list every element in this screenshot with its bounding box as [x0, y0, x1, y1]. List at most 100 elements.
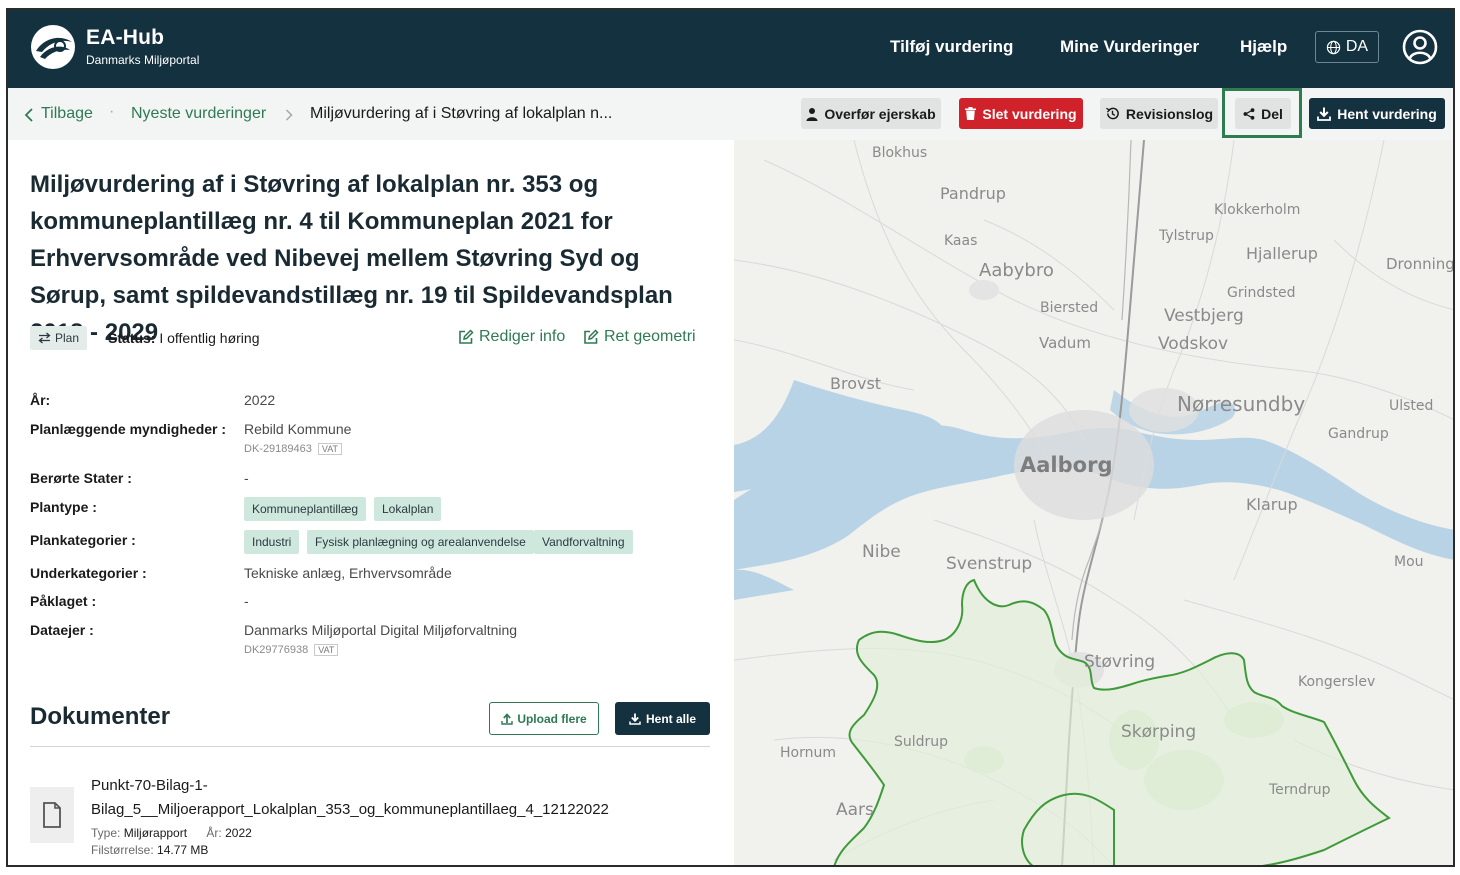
- upload-icon: [501, 712, 514, 725]
- affected-states-label: Berørte Stater :: [30, 470, 132, 486]
- plantype-chip: Kommuneplantillæg: [244, 497, 367, 521]
- map-label: Grindsted: [1227, 285, 1296, 301]
- breadcrumb-dot: ·: [109, 103, 115, 120]
- data-owner-label: Dataejer :: [30, 622, 94, 638]
- map-label: Ulsted: [1389, 398, 1434, 414]
- map-label: Gandrup: [1328, 426, 1389, 442]
- edit-icon: [459, 329, 474, 344]
- history-icon: [1106, 107, 1119, 120]
- year-value: 2022: [244, 392, 276, 408]
- map-label: Tylstrup: [1159, 228, 1214, 244]
- share-highlight-box: [1222, 88, 1302, 138]
- ea-hub-logo-icon[interactable]: [30, 24, 76, 70]
- app-window: EA-Hub Danmarks Miljøportal Tilføj vurde…: [6, 8, 1455, 867]
- action-bar: Tilbage · Nyeste vurderinger Miljøvurder…: [8, 88, 1453, 140]
- map-label: Kongerslev: [1298, 674, 1376, 690]
- breadcrumb-parent[interactable]: Nyeste vurderinger: [131, 105, 266, 123]
- edit-info-link[interactable]: Rediger info: [458, 328, 565, 346]
- brand-title[interactable]: EA-Hub: [86, 26, 164, 50]
- year-label: År:: [30, 392, 51, 408]
- document-size-label: Filstørrelse:: [91, 843, 154, 857]
- edit-icon: [584, 329, 599, 344]
- document-filename[interactable]: Punkt-70-Bilag-1- Bilag_5__Miljoerapport…: [91, 774, 636, 822]
- download-icon: [1317, 107, 1332, 121]
- document-size-row: Filstørrelse: 14.77 MB: [91, 843, 208, 857]
- data-owner-vat-number: DK29776938: [244, 644, 309, 656]
- category-chip: Industri: [244, 530, 300, 554]
- affected-states-value: -: [244, 470, 249, 486]
- breadcrumb-current: Miljøvurdering af i Støvring af lokalpla…: [310, 105, 613, 122]
- map-view[interactable]: Blokhus Pandrup Kaas Aabybro Klokkerholm…: [734, 140, 1455, 867]
- document-thumbnail[interactable]: [30, 787, 74, 843]
- map-label: Blokhus: [872, 145, 928, 161]
- language-selector[interactable]: DA: [1315, 31, 1379, 63]
- map-label: Svenstrup: [946, 554, 1033, 574]
- category-chip: Vandforvaltning: [534, 530, 633, 554]
- edit-geometry-label: Ret geometri: [604, 328, 696, 345]
- download-all-button[interactable]: Hent alle: [615, 702, 710, 735]
- globe-icon: [1326, 40, 1341, 54]
- data-owner-vat: DK29776938 VAT: [244, 644, 339, 656]
- map-label: Mou: [1394, 554, 1424, 570]
- chevron-left-icon[interactable]: [24, 108, 34, 122]
- map-canvas[interactable]: [734, 140, 1455, 867]
- top-navbar: EA-Hub Danmarks Miljøportal Tilføj vurde…: [8, 10, 1453, 88]
- trash-icon: [965, 107, 977, 120]
- vat-tag: VAT: [317, 443, 343, 455]
- authority-label: Planlæggende myndigheder :: [30, 421, 227, 437]
- transfer-ownership-label: Overfør ejerskab: [824, 105, 936, 122]
- transfer-ownership-button[interactable]: Overfør ejerskab: [801, 98, 941, 129]
- download-icon: [629, 713, 641, 725]
- document-year-label: År:: [206, 826, 222, 840]
- map-label: Skørping: [1121, 722, 1197, 742]
- subcategories-label: Underkategorier :: [30, 565, 147, 581]
- authority-vat-number: DK-29189463: [244, 443, 312, 455]
- arrows-swap-icon: [38, 332, 51, 344]
- map-label: Hornum: [780, 745, 836, 761]
- assessment-title: Miljøvurdering af i Støvring af lokalpla…: [30, 171, 673, 346]
- plan-type-tag: Plan: [30, 326, 88, 350]
- language-code: DA: [1345, 38, 1369, 55]
- revision-log-button[interactable]: Revisionslog: [1100, 98, 1218, 129]
- map-label: Kaas: [944, 233, 978, 249]
- map-label: Aars: [836, 800, 874, 820]
- download-assessment-button[interactable]: Hent vurdering: [1309, 98, 1445, 129]
- data-owner-value: Danmarks Miljøportal Digital Miljøforval…: [244, 622, 518, 638]
- upload-more-button[interactable]: Upload flere: [489, 702, 599, 735]
- user-account-icon[interactable]: [1402, 29, 1438, 65]
- revision-log-label: Revisionslog: [1125, 105, 1214, 122]
- plantype-chip: Lokalplan: [374, 497, 442, 521]
- map-label: Biersted: [1040, 300, 1099, 316]
- map-label: Suldrup: [894, 734, 949, 750]
- user-icon: [806, 107, 818, 121]
- authority-value: Rebild Kommune: [244, 421, 352, 437]
- nav-help[interactable]: Hjælp: [1240, 37, 1287, 57]
- document-filename-line: Punkt-70-Bilag-1-: [91, 777, 208, 794]
- nav-add-assessment[interactable]: Tilføj vurdering: [890, 37, 1013, 57]
- vat-tag: VAT: [314, 644, 339, 656]
- upload-more-label: Upload flere: [517, 711, 587, 726]
- documents-heading: Dokumenter: [30, 703, 171, 730]
- document-meta-row: Type: Miljørapport År: 2022: [91, 826, 252, 840]
- document-type-label: Type:: [91, 826, 121, 840]
- brand-subtitle: Danmarks Miljøportal: [86, 53, 200, 67]
- map-label: Nibe: [862, 542, 901, 562]
- delete-assessment-button[interactable]: Slet vurdering: [959, 98, 1083, 129]
- document-size-value: 14.77 MB: [157, 843, 209, 857]
- nav-my-assessments[interactable]: Mine Vurderinger: [1060, 37, 1199, 57]
- map-label: Vodskov: [1158, 334, 1229, 354]
- appealed-label: Påklaget :: [30, 593, 97, 609]
- map-label: Terndrup: [1269, 782, 1331, 798]
- map-label: Vestbjerg: [1164, 306, 1244, 326]
- plan-type-label: Plan: [55, 331, 80, 345]
- download-assessment-label: Hent vurdering: [1337, 105, 1437, 122]
- breadcrumb-back[interactable]: Tilbage: [41, 105, 93, 123]
- authority-vat: DK-29189463 VAT: [244, 443, 343, 455]
- status-value: I offentlig høring: [159, 330, 260, 346]
- edit-geometry-link[interactable]: Ret geometri: [583, 328, 696, 346]
- map-label: Dronning: [1386, 255, 1455, 273]
- chevron-right-icon: [285, 109, 293, 121]
- map-label: Klokkerholm: [1214, 202, 1301, 218]
- map-label: Støvring: [1084, 652, 1156, 672]
- edit-info-label: Rediger info: [479, 328, 566, 345]
